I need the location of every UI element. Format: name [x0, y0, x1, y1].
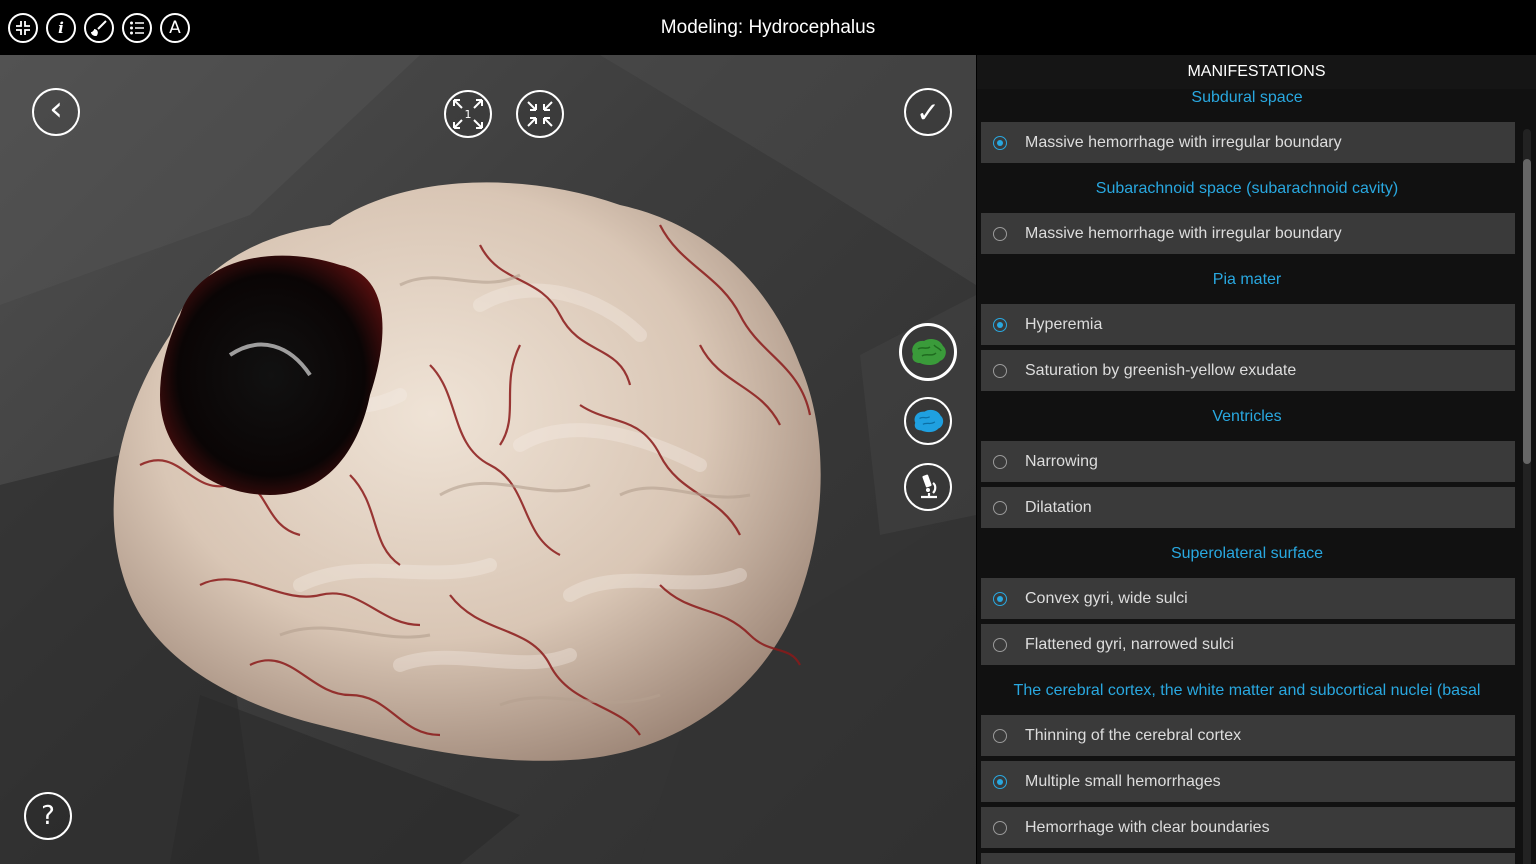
radio-selected-icon[interactable] — [993, 135, 1007, 150]
fit-view-label: 1 — [465, 108, 472, 121]
section-title: Superolateral surface — [1170, 545, 1324, 562]
list-icon[interactable] — [122, 13, 152, 43]
radio-unselected-icon[interactable] — [993, 500, 1007, 515]
manifestation-option[interactable]: Thinning of the cerebral cortex — [981, 715, 1515, 756]
manifestation-label: Massive hemorrhage with irregular bounda… — [1025, 224, 1342, 242]
section-title: Subarachnoid space (subarachnoid cavity) — [1095, 180, 1399, 197]
radio-selected-icon[interactable] — [993, 317, 1007, 332]
info-icon[interactable]: i — [46, 13, 76, 43]
scrollbar-thumb[interactable] — [1523, 159, 1531, 464]
manifestation-label: Narrowing — [1025, 452, 1098, 470]
manifestation-label: Hyperemia — [1025, 315, 1103, 333]
expand-icon: 1 — [453, 99, 483, 129]
radio-unselected-icon[interactable] — [993, 226, 1007, 241]
chevron-left-icon: ‹ — [49, 89, 63, 129]
manifestations-panel: MANIFESTATIONS Subdural space Massive hem… — [977, 55, 1536, 864]
manifestation-option[interactable]: Saturation by greenish-yellow exudate — [981, 350, 1515, 391]
brain-surface-view-button[interactable] — [899, 323, 957, 381]
check-icon: ✓ — [916, 95, 940, 129]
manifestation-option[interactable]: Multiple small hemorrhages — [981, 761, 1515, 802]
brush-icon[interactable] — [84, 13, 114, 43]
manifestation-label: Hemorrhage with clear boundaries — [1025, 818, 1270, 836]
back-button[interactable]: ‹ — [32, 88, 80, 136]
manifestation-option[interactable]: Convex gyri, wide sulci — [981, 578, 1515, 619]
scrollbar[interactable] — [1523, 129, 1531, 864]
shrink-icon — [527, 101, 553, 127]
manifestation-option[interactable]: Narrowing — [981, 441, 1515, 482]
brain-model[interactable] — [100, 165, 830, 765]
manifestation-option[interactable]: Hemorrhage with clear boundaries — [981, 807, 1515, 848]
manifestation-label: Flattened gyri, narrowed sulci — [1025, 635, 1234, 653]
manifestation-option[interactable]: Massive necrosis — [981, 853, 1515, 864]
brain-green-icon — [912, 338, 946, 366]
confirm-button[interactable]: ✓ — [904, 88, 952, 136]
manifestation-label: Thinning of the cerebral cortex — [1025, 726, 1242, 744]
radio-selected-icon[interactable] — [993, 591, 1007, 606]
model-viewport[interactable]: ‹ 1 ✓ ? — [0, 55, 976, 864]
section-title: Pia mater — [1212, 271, 1282, 288]
manifestation-option[interactable]: Massive hemorrhage with irregular bounda… — [981, 213, 1515, 254]
microscope-icon — [921, 474, 937, 499]
fit-view-button[interactable]: 1 — [444, 90, 492, 138]
radio-unselected-icon[interactable] — [993, 363, 1007, 378]
manifestation-label: Saturation by greenish-yellow exudate — [1025, 361, 1297, 379]
panel-header: MANIFESTATIONS — [977, 55, 1536, 89]
manifestation-option[interactable]: Massive hemorrhage with irregular bounda… — [981, 122, 1515, 163]
manifestations-list[interactable]: Subdural space Massive hemorrhage with ir… — [977, 89, 1536, 864]
section-title: Subdural space — [1191, 89, 1303, 106]
help-button[interactable]: ? — [24, 792, 72, 840]
section-title: The cerebral cortex, the white matter an… — [1013, 682, 1481, 699]
collapse-icon[interactable] — [8, 13, 38, 43]
manifestation-option[interactable]: Flattened gyri, narrowed sulci — [981, 624, 1515, 665]
radio-unselected-icon[interactable] — [993, 637, 1007, 652]
manifestation-label: Multiple small hemorrhages — [1025, 772, 1221, 790]
help-icon: ? — [41, 801, 55, 831]
radio-unselected-icon[interactable] — [993, 454, 1007, 469]
brain-section-view-button[interactable] — [904, 397, 952, 445]
radio-selected-icon[interactable] — [993, 774, 1007, 789]
font-icon[interactable]: A — [160, 13, 190, 43]
radio-unselected-icon[interactable] — [993, 728, 1007, 743]
collapse-view-button[interactable] — [516, 90, 564, 138]
radio-unselected-icon[interactable] — [993, 820, 1007, 835]
top-bar: Modeling: Hydrocephalus i A — [0, 0, 1536, 55]
manifestation-label: Massive hemorrhage with irregular bounda… — [1025, 133, 1342, 151]
microscope-button[interactable] — [904, 463, 952, 511]
manifestation-label: Dilatation — [1025, 498, 1092, 516]
toolbar: i A — [8, 13, 190, 43]
manifestation-label: Convex gyri, wide sulci — [1025, 589, 1188, 607]
section-title: Ventricles — [1212, 408, 1282, 425]
app-title: Modeling: Hydrocephalus — [660, 17, 876, 38]
manifestation-option[interactable]: Hyperemia — [981, 304, 1515, 345]
manifestations-list-content: Subdural space Massive hemorrhage with ir… — [977, 89, 1517, 864]
manifestation-option[interactable]: Dilatation — [981, 487, 1515, 528]
brain-blue-icon — [914, 409, 944, 433]
